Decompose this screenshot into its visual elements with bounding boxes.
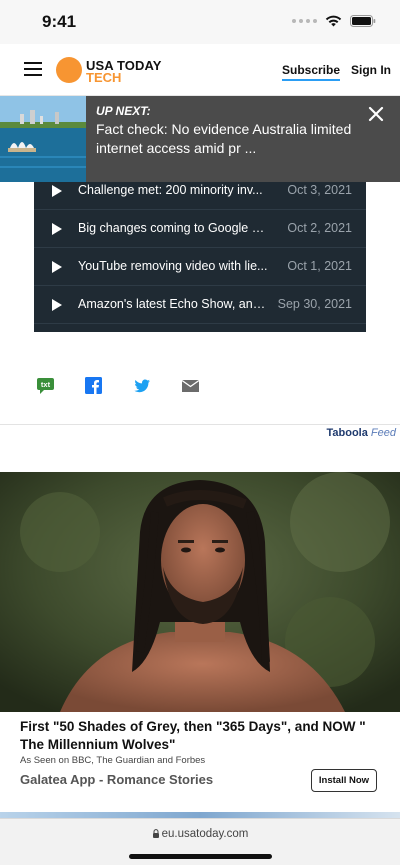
ad-photo-man-long-hair — [0, 472, 400, 712]
ad-image[interactable] — [0, 472, 400, 712]
playlist-item[interactable]: Amazon's latest Echo Show, and... Sep 30,… — [34, 286, 366, 324]
page: 9:41 USA TODAY TECH Subscribe Sign In Ch… — [0, 0, 400, 865]
subscribe-link[interactable]: Subscribe — [282, 63, 341, 81]
play-icon[interactable] — [52, 261, 62, 273]
up-next-bar[interactable]: UP NEXT: Fact check: No evidence Austral… — [0, 96, 400, 182]
browser-url-bar[interactable]: eu.usatoday.com — [0, 818, 400, 865]
playlist-item-title[interactable]: Challenge met: 200 minority inv... — [78, 183, 268, 197]
taboola-feed-label[interactable]: Taboola Feed — [327, 427, 397, 439]
usa-today-logo-icon[interactable] — [56, 57, 82, 83]
playlist-item-date: Sep 30, 2021 — [277, 297, 352, 311]
playlist-item-title[interactable]: Amazon's latest Echo Show, and... — [78, 297, 268, 311]
playlist-item[interactable]: Big changes coming to Google s... Oct 2, … — [34, 210, 366, 248]
ad-brand[interactable]: Galatea App - Romance Stories — [20, 772, 213, 787]
home-indicator[interactable] — [129, 854, 272, 859]
wifi-icon — [325, 15, 342, 27]
sydney-harbour-thumbnail-image — [0, 96, 86, 182]
video-playlist: Challenge met: 200 minority inv... Oct 3,… — [34, 172, 366, 332]
playlist-item-date: Oct 3, 2021 — [287, 183, 352, 197]
sms-txt-icon[interactable]: txt — [36, 376, 56, 396]
playlist-item-title[interactable]: YouTube removing video with lie... — [78, 259, 268, 273]
ad-title[interactable]: First "50 Shades of Grey, then "365 Days… — [20, 718, 380, 754]
facebook-icon[interactable] — [84, 376, 104, 396]
status-icons — [292, 15, 376, 27]
site-header: USA TODAY TECH Subscribe Sign In — [0, 44, 400, 96]
url-display[interactable]: eu.usatoday.com — [0, 828, 400, 840]
taboola-feed-text: Feed — [370, 427, 396, 439]
status-time: 9:41 — [42, 12, 77, 31]
play-icon[interactable] — [52, 299, 62, 311]
divider — [0, 424, 400, 425]
email-icon[interactable] — [181, 376, 201, 396]
signal-dots-icon — [292, 19, 317, 23]
hamburger-menu-icon[interactable] — [24, 62, 42, 76]
share-bar: txt — [0, 376, 400, 400]
close-icon[interactable] — [368, 106, 384, 122]
playlist-item-date: Oct 2, 2021 — [287, 221, 352, 235]
battery-icon — [350, 15, 376, 27]
taboola-brand: Taboola — [326, 427, 368, 439]
install-now-button[interactable]: Install Now — [311, 769, 377, 792]
up-next-title[interactable]: Fact check: No evidence Australia limite… — [96, 120, 364, 158]
playlist-item[interactable]: YouTube removing video with lie... Oct 1,… — [34, 248, 366, 286]
play-icon[interactable] — [52, 223, 62, 235]
status-bar: 9:41 — [0, 0, 400, 44]
sign-in-link[interactable]: Sign In — [351, 63, 391, 77]
up-next-label: UP NEXT: — [96, 104, 151, 118]
lock-icon — [152, 829, 159, 838]
ad-source: As Seen on BBC, The Guardian and Forbes — [20, 755, 206, 766]
up-next-thumbnail[interactable] — [0, 96, 86, 182]
sms-txt-glyph: txt — [41, 380, 51, 389]
play-icon[interactable] — [52, 185, 62, 197]
playlist-item-title[interactable]: Big changes coming to Google s... — [78, 221, 268, 235]
playlist-item-date: Oct 1, 2021 — [287, 259, 352, 273]
url-text: eu.usatoday.com — [161, 828, 249, 840]
logo-section-text[interactable]: TECH — [86, 70, 121, 85]
twitter-icon[interactable] — [132, 376, 152, 396]
